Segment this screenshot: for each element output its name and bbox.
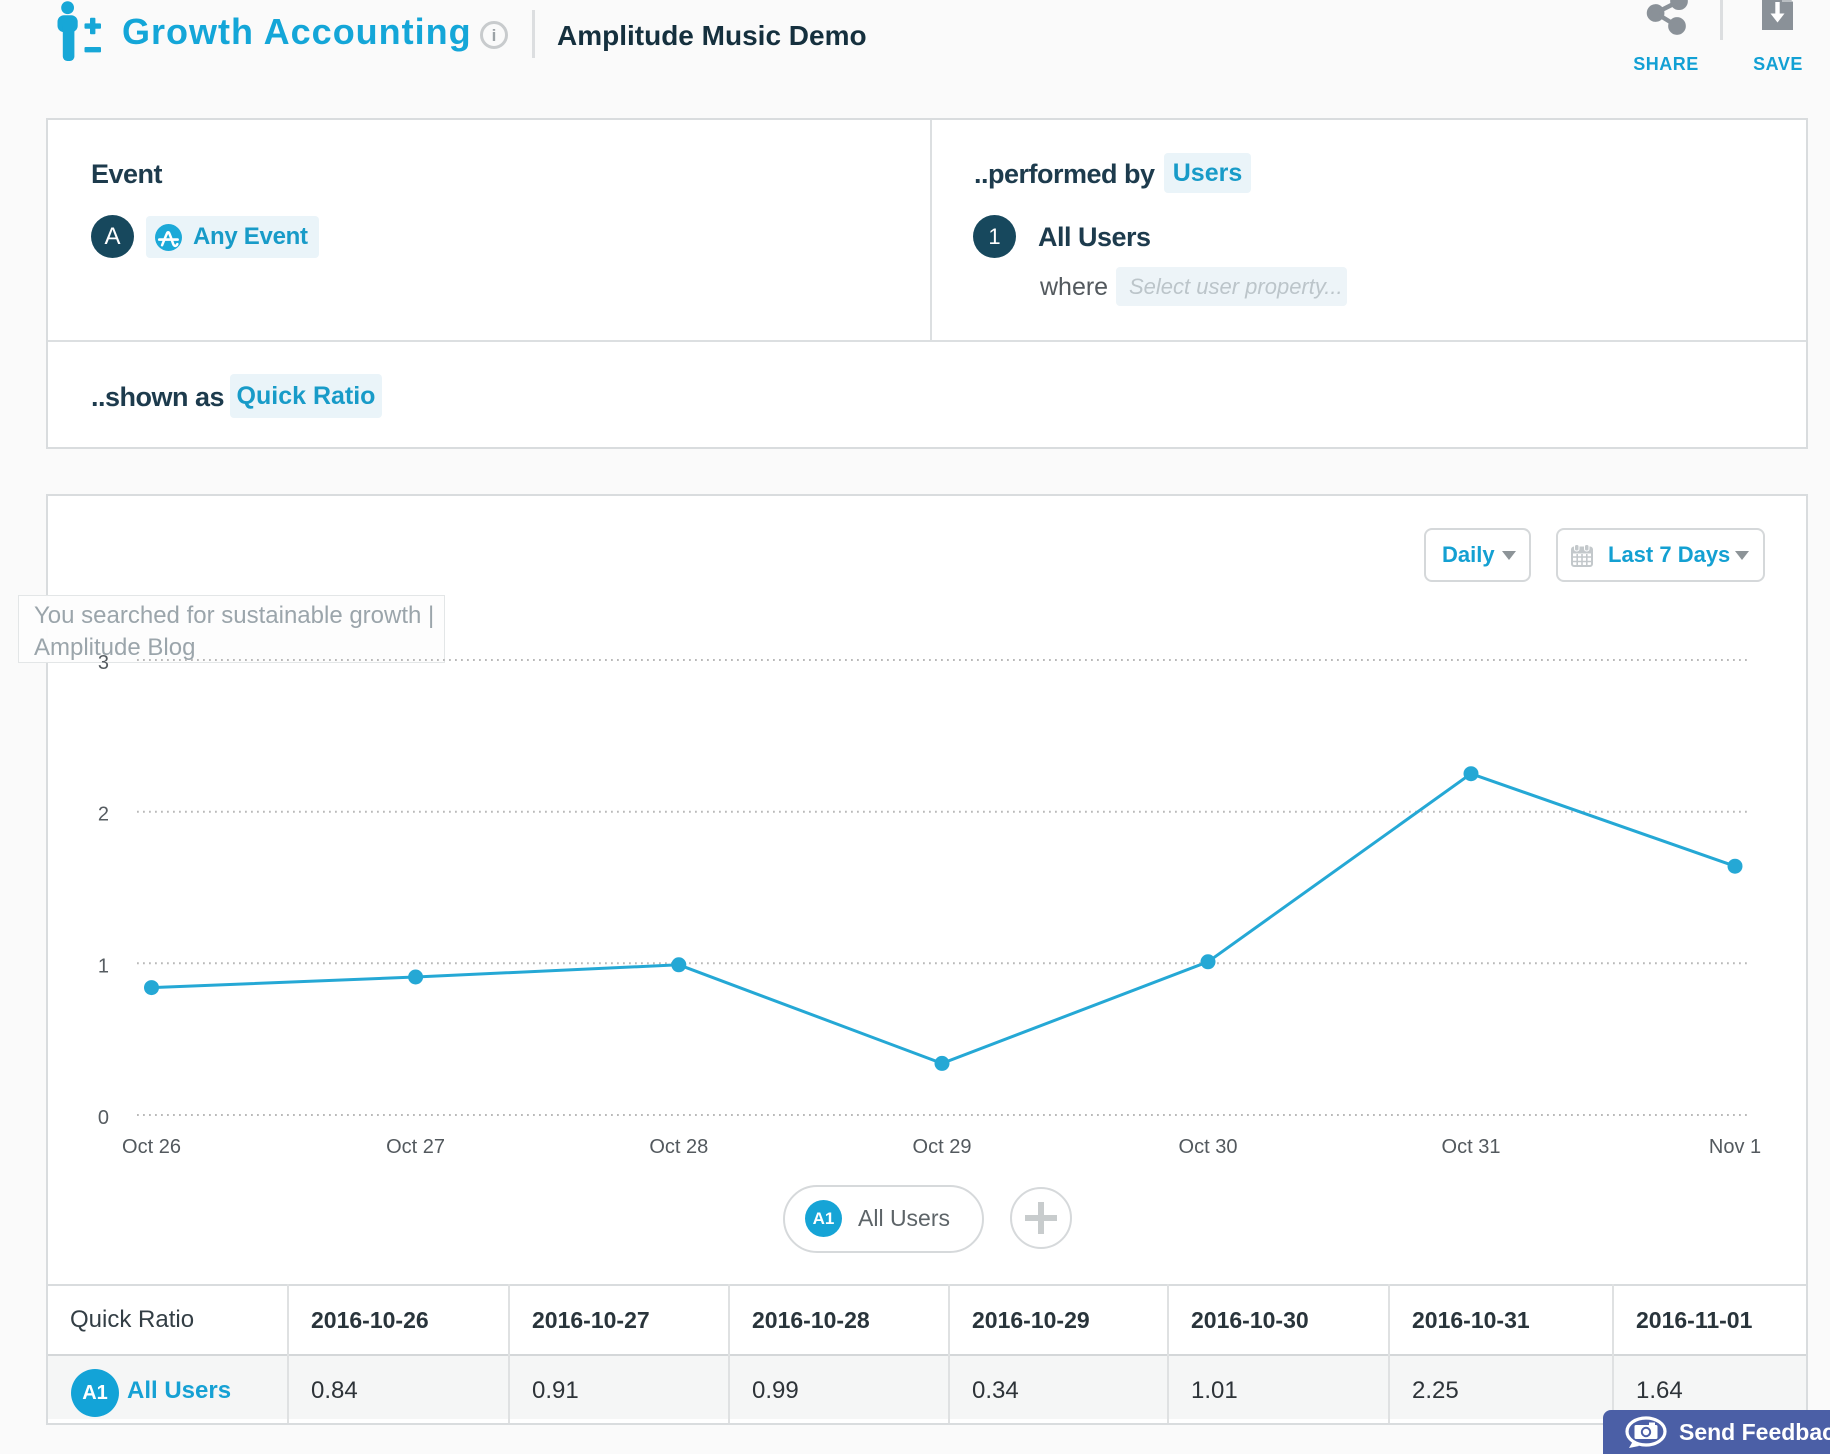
svg-text:Oct 31: Oct 31 [1442,1136,1501,1158]
svg-text:2: 2 [98,804,109,826]
svg-text:Oct 28: Oct 28 [649,1136,708,1158]
svg-text:0: 0 [98,1107,109,1129]
svg-text:Oct 30: Oct 30 [1179,1136,1238,1158]
svg-text:Oct 29: Oct 29 [913,1136,972,1158]
svg-text:1: 1 [98,955,109,977]
svg-text:Nov 1: Nov 1 [1709,1136,1761,1158]
svg-text:Oct 27: Oct 27 [386,1136,445,1158]
svg-text:3: 3 [98,652,109,674]
svg-text:Oct 26: Oct 26 [122,1136,181,1158]
